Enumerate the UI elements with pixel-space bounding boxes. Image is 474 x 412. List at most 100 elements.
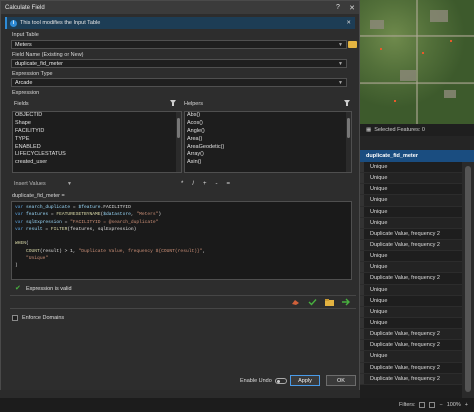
expression-type-select[interactable]: Arcade ▼ bbox=[11, 78, 347, 87]
field-list-item[interactable]: ENABLED bbox=[13, 144, 181, 152]
table-row[interactable]: Duplicate Value, frequency 2 bbox=[360, 362, 474, 374]
table-row[interactable]: Unique bbox=[360, 306, 474, 318]
enforce-domains-option[interactable]: Enforce Domains bbox=[12, 315, 64, 321]
filter-toggle[interactable] bbox=[419, 402, 426, 408]
field-list-item[interactable]: TYPE bbox=[13, 136, 181, 144]
helper-list-item[interactable]: Area() bbox=[185, 136, 351, 144]
row-selector[interactable] bbox=[360, 295, 364, 306]
chevron-down-icon[interactable]: ▼ bbox=[338, 80, 343, 86]
field-name-field[interactable]: duplicate_fid_meter ▼ bbox=[11, 59, 347, 68]
help-icon[interactable]: ? bbox=[331, 4, 345, 12]
table-row[interactable]: Duplicate Value, frequency 2 bbox=[360, 340, 474, 352]
table-row[interactable]: Unique bbox=[360, 351, 474, 363]
ok-button[interactable]: OK bbox=[326, 375, 356, 386]
helpers-list[interactable]: Abs() Acos() Angle() Area() AreaGeodetic() Ar… bbox=[184, 111, 352, 173]
scroll-thumb[interactable] bbox=[465, 166, 471, 392]
row-selector[interactable] bbox=[360, 195, 364, 206]
table-row[interactable]: Unique bbox=[360, 206, 474, 218]
input-table-field[interactable]: Meters ▼ bbox=[11, 40, 347, 49]
operator-button[interactable]: / bbox=[192, 181, 194, 187]
helper-list-item[interactable]: Angle() bbox=[185, 128, 351, 136]
zoom-in-icon[interactable]: + bbox=[465, 402, 468, 408]
row-selector[interactable] bbox=[360, 206, 364, 217]
operator-button[interactable]: = bbox=[227, 181, 231, 187]
zoom-level[interactable]: 100% bbox=[447, 402, 461, 408]
open-folder-icon[interactable] bbox=[325, 298, 334, 306]
fields-scrollbar[interactable] bbox=[176, 112, 181, 172]
operator-button[interactable]: * bbox=[181, 181, 183, 187]
filter-icon[interactable] bbox=[170, 100, 176, 106]
row-selector[interactable] bbox=[360, 351, 364, 362]
operator-button[interactable]: - bbox=[216, 181, 218, 187]
field-list-item[interactable]: Shape bbox=[13, 120, 181, 128]
field-list-item[interactable]: created_user bbox=[13, 159, 181, 167]
zoom-out-icon[interactable]: − bbox=[439, 402, 442, 408]
table-row[interactable]: Duplicate Value, frequency 2 bbox=[360, 373, 474, 385]
table-row[interactable]: Unique bbox=[360, 195, 474, 207]
helper-list-item[interactable]: AreaGeodetic() bbox=[185, 144, 351, 152]
table-row[interactable]: Unique bbox=[360, 173, 474, 185]
dismiss-icon[interactable]: ✕ bbox=[346, 20, 351, 26]
apply-button[interactable]: Apply bbox=[290, 375, 320, 386]
map-view[interactable] bbox=[360, 0, 474, 124]
table-row[interactable]: Unique bbox=[360, 317, 474, 330]
clear-icon[interactable] bbox=[291, 298, 300, 306]
filter-icon[interactable] bbox=[344, 100, 350, 106]
table-row[interactable]: Unique bbox=[360, 284, 474, 296]
scroll-thumb[interactable] bbox=[347, 118, 350, 138]
table-row[interactable]: Duplicate Value, frequency 2 bbox=[360, 329, 474, 341]
insert-values-button[interactable]: Insert Values bbox=[14, 181, 46, 187]
helper-list-item[interactable]: Asin() bbox=[185, 159, 351, 167]
field-list-item[interactable]: FACILITYID bbox=[13, 128, 181, 136]
enforce-domains-checkbox[interactable] bbox=[12, 315, 18, 321]
row-selector[interactable] bbox=[360, 273, 364, 284]
row-selector[interactable] bbox=[360, 306, 364, 317]
filter-toggle[interactable] bbox=[429, 402, 436, 408]
row-selector[interactable] bbox=[360, 173, 364, 184]
helpers-scrollbar[interactable] bbox=[346, 112, 351, 172]
row-selector[interactable] bbox=[360, 217, 364, 228]
fields-list[interactable]: OBJECTID Shape FACILITYID TYPE ENABLED LIFECY… bbox=[12, 111, 182, 173]
row-selector[interactable] bbox=[360, 373, 364, 384]
row-selector[interactable] bbox=[360, 228, 364, 239]
field-list-item[interactable]: OBJECTID bbox=[13, 112, 181, 120]
table-row[interactable]: Unique bbox=[360, 184, 474, 196]
row-selector[interactable] bbox=[360, 162, 364, 173]
helper-list-item[interactable]: Abs() bbox=[185, 112, 351, 120]
table-row[interactable]: Unique bbox=[360, 162, 474, 174]
row-selector[interactable] bbox=[360, 184, 364, 195]
table-row[interactable]: Duplicate Value, frequency 2 bbox=[360, 273, 474, 285]
table-row[interactable]: Unique bbox=[360, 217, 474, 229]
chevron-down-icon[interactable]: ▼ bbox=[67, 181, 72, 187]
folder-icon[interactable] bbox=[348, 41, 357, 48]
helper-list-item[interactable]: Acos() bbox=[185, 120, 351, 128]
table-scrollbar[interactable] bbox=[462, 162, 474, 398]
row-selector[interactable] bbox=[360, 284, 364, 295]
table-row[interactable]: Unique bbox=[360, 295, 474, 307]
close-icon[interactable]: ✕ bbox=[345, 4, 359, 12]
field-list-item[interactable]: LIFECYCLESTATUS bbox=[13, 151, 181, 159]
expression-editor[interactable]: var search_duplicate = $feature.FACILITY… bbox=[11, 201, 352, 280]
row-selector[interactable] bbox=[360, 239, 364, 251]
chevron-down-icon[interactable]: ▼ bbox=[338, 42, 343, 48]
row-selector[interactable] bbox=[360, 329, 364, 340]
row-selector[interactable] bbox=[360, 251, 364, 262]
table-row[interactable]: Duplicate Value, frequency 2 bbox=[360, 228, 474, 240]
row-selector[interactable] bbox=[360, 317, 364, 329]
helper-list-item[interactable]: Array() bbox=[185, 151, 351, 159]
export-arrow-icon[interactable] bbox=[342, 298, 351, 306]
dialog-titlebar[interactable]: Calculate Field ? ✕ bbox=[1, 1, 359, 14]
table-row[interactable]: Duplicate Value, frequency 2 bbox=[360, 239, 474, 252]
operator-button[interactable]: + bbox=[203, 181, 207, 187]
enable-undo-toggle[interactable] bbox=[274, 378, 287, 384]
chevron-down-icon[interactable]: ▼ bbox=[338, 61, 343, 67]
row-selector[interactable] bbox=[360, 340, 364, 351]
column-header[interactable]: duplicate_fid_meter bbox=[360, 150, 474, 162]
row-selector[interactable] bbox=[360, 262, 364, 273]
scroll-thumb[interactable] bbox=[177, 118, 180, 138]
verify-icon[interactable] bbox=[308, 298, 317, 306]
table-row[interactable]: Unique bbox=[360, 262, 474, 274]
enable-undo-option[interactable]: Enable Undo bbox=[240, 378, 287, 384]
row-selector[interactable] bbox=[360, 362, 364, 373]
table-row[interactable]: Unique bbox=[360, 251, 474, 263]
